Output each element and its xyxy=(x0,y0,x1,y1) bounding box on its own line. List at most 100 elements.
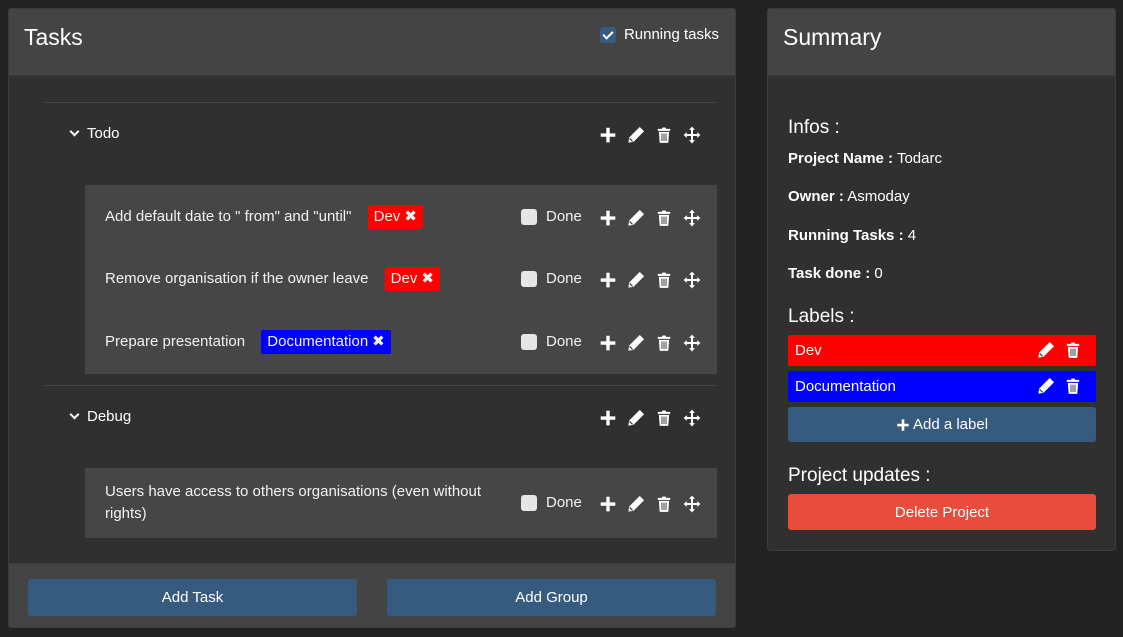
tasks-footer: Add Task Add Group xyxy=(9,563,735,627)
move-icon[interactable] xyxy=(683,495,701,513)
group-divider xyxy=(44,102,717,103)
running-tasks-checkbox[interactable] xyxy=(599,26,616,43)
add-label-button[interactable]: Add a label xyxy=(788,407,1096,442)
done-checkbox[interactable] xyxy=(521,494,537,511)
task-tag: Dev ✖ xyxy=(367,205,423,229)
plus-icon[interactable] xyxy=(599,334,617,352)
group-toggle-debug[interactable]: Debug xyxy=(69,408,132,425)
task-actions xyxy=(599,495,701,513)
plus-icon[interactable] xyxy=(599,271,617,289)
task-done-label: Task done : xyxy=(788,265,871,282)
pencil-icon[interactable] xyxy=(627,271,645,289)
project-name-value: Todarc xyxy=(896,150,942,167)
pencil-icon[interactable] xyxy=(627,209,645,227)
trash-icon[interactable] xyxy=(655,126,673,144)
plus-icon xyxy=(896,418,910,432)
trash-icon[interactable] xyxy=(655,334,673,352)
move-icon[interactable] xyxy=(683,126,701,144)
task-tag: Documentation ✖ xyxy=(261,330,391,354)
task-actions xyxy=(599,209,701,227)
task-done-count: 0 xyxy=(874,265,883,282)
done-toggle[interactable]: Done xyxy=(521,270,582,287)
done-toggle[interactable]: Done xyxy=(521,333,582,350)
label-item-documentation: Documentation xyxy=(788,371,1096,402)
pencil-icon[interactable] xyxy=(627,495,645,513)
task-text: Add default date to " from" and "until" xyxy=(105,207,352,225)
pencil-icon[interactable] xyxy=(1037,377,1055,395)
task-text: Users have access to others organisation… xyxy=(105,483,482,522)
list-item: Remove organisation if the owner leave D… xyxy=(85,247,717,311)
task-list: Users have access to others organisation… xyxy=(85,468,717,538)
group-actions xyxy=(599,409,701,427)
add-group-button[interactable]: Add Group xyxy=(387,579,716,616)
pencil-icon[interactable] xyxy=(627,334,645,352)
close-icon[interactable]: ✖ xyxy=(421,268,434,290)
plus-icon[interactable] xyxy=(599,209,617,227)
task-text: Remove organisation if the owner leave xyxy=(105,269,369,287)
task-list: Add default date to " from" and "until" … xyxy=(85,185,717,374)
owner-label: Owner : xyxy=(788,188,844,205)
done-toggle[interactable]: Done xyxy=(521,208,582,225)
done-checkbox[interactable] xyxy=(521,270,537,287)
summary-title: Summary xyxy=(783,24,882,50)
trash-icon[interactable] xyxy=(1064,341,1082,359)
labels-heading: Labels : xyxy=(788,306,855,327)
running-tasks-label: Running tasks xyxy=(623,26,719,43)
tasks-title: Tasks xyxy=(24,24,83,50)
move-icon[interactable] xyxy=(683,271,701,289)
group-toggle-todo[interactable]: Todo xyxy=(69,125,120,142)
add-task-button[interactable]: Add Task xyxy=(28,579,357,616)
add-label-text: Add a label xyxy=(912,416,989,433)
trash-icon[interactable] xyxy=(1064,377,1082,395)
done-checkbox[interactable] xyxy=(521,333,537,350)
summary-header: Summary xyxy=(768,9,1115,76)
trash-icon[interactable] xyxy=(655,409,673,427)
task-tag: Dev ✖ xyxy=(384,267,440,291)
chevron-down-icon[interactable] xyxy=(69,126,80,137)
task-done-line: Task done : 0 xyxy=(788,265,883,282)
chevron-down-icon[interactable] xyxy=(69,409,80,420)
done-label: Done xyxy=(546,333,582,350)
done-checkbox[interactable] xyxy=(521,208,537,225)
move-icon[interactable] xyxy=(683,209,701,227)
group-name: Debug xyxy=(87,408,132,425)
delete-project-button[interactable]: Delete Project xyxy=(788,494,1096,530)
project-updates-heading: Project updates : xyxy=(788,465,931,486)
label-name: Dev xyxy=(795,342,822,359)
trash-icon[interactable] xyxy=(655,271,673,289)
done-label: Done xyxy=(546,208,582,225)
label-name: Documentation xyxy=(795,378,896,395)
group-name: Todo xyxy=(87,125,120,142)
group-divider xyxy=(44,385,717,386)
done-toggle[interactable]: Done xyxy=(521,494,582,511)
owner-value: Asmoday xyxy=(847,188,910,205)
label-item-dev: Dev xyxy=(788,335,1096,366)
trash-icon[interactable] xyxy=(655,495,673,513)
close-icon[interactable]: ✖ xyxy=(372,331,385,353)
tasks-panel: Tasks Running tasks Todo Add default dat… xyxy=(8,8,736,628)
done-label: Done xyxy=(546,270,582,287)
close-icon[interactable]: ✖ xyxy=(404,206,417,228)
plus-icon[interactable] xyxy=(599,495,617,513)
task-text: Prepare presentation xyxy=(105,332,246,350)
pencil-icon[interactable] xyxy=(1037,341,1055,359)
tasks-header: Tasks Running tasks xyxy=(9,9,735,76)
infos-heading: Infos : xyxy=(788,117,840,138)
pencil-icon[interactable] xyxy=(627,126,645,144)
running-tasks-line: Running Tasks : 4 xyxy=(788,227,916,244)
group-actions xyxy=(599,126,701,144)
running-tasks-toggle[interactable]: Running tasks xyxy=(599,26,719,43)
move-icon[interactable] xyxy=(683,334,701,352)
trash-icon[interactable] xyxy=(655,209,673,227)
running-tasks-summary-label: Running Tasks : xyxy=(788,227,904,244)
summary-panel: Summary Infos : Project Name : Todarc Ow… xyxy=(767,8,1116,551)
list-item: Users have access to others organisation… xyxy=(85,468,717,538)
plus-icon[interactable] xyxy=(599,126,617,144)
plus-icon[interactable] xyxy=(599,409,617,427)
project-name-line: Project Name : Todarc xyxy=(788,150,942,167)
task-actions xyxy=(599,334,701,352)
task-actions xyxy=(599,271,701,289)
move-icon[interactable] xyxy=(683,409,701,427)
done-label: Done xyxy=(546,494,582,511)
pencil-icon[interactable] xyxy=(627,409,645,427)
